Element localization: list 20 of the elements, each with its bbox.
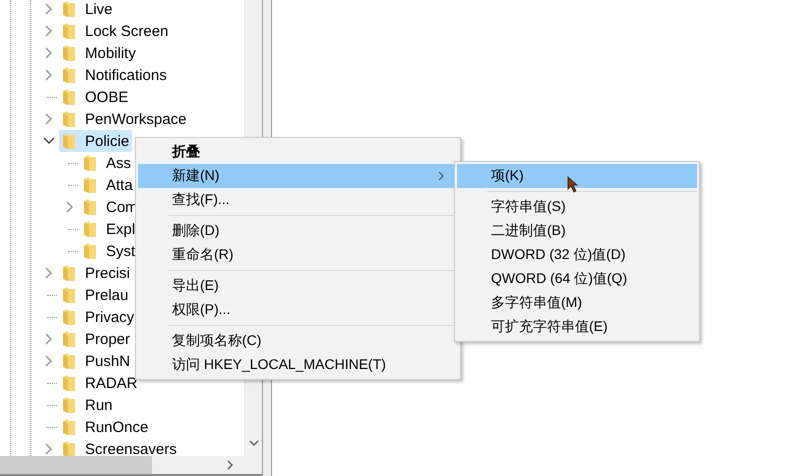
tree-item-label: Syst: [106, 242, 136, 260]
tree-item-label: Expl: [106, 220, 136, 238]
tree-item-label: PushN: [85, 352, 130, 370]
tree-item-label: OOBE: [85, 88, 128, 106]
tree-item-label: Notifications: [85, 66, 167, 84]
tree-item-label: Run: [85, 396, 113, 414]
tree-item-label: PenWorkspace: [85, 110, 186, 128]
tree-item-label: Atta: [106, 176, 133, 194]
tree-item-label: Screensavers: [85, 440, 177, 456]
tree-item-label: Proper: [85, 330, 130, 348]
tree-item-label: Precisi: [85, 264, 130, 282]
tree-item-label: Ass: [106, 154, 132, 172]
tree-item-label: Live: [85, 0, 113, 18]
tree-item-label: Lock Screen: [85, 22, 168, 40]
tree-item-label: RADAR: [85, 374, 138, 392]
tree-item-label: Mobility: [85, 44, 136, 62]
tree-item-label: Prelau: [85, 286, 128, 304]
tree-item-label: RunOnce: [85, 418, 148, 436]
tree-item-label: Policie: [85, 132, 130, 150]
tree-item-label: Privacy: [85, 308, 134, 326]
